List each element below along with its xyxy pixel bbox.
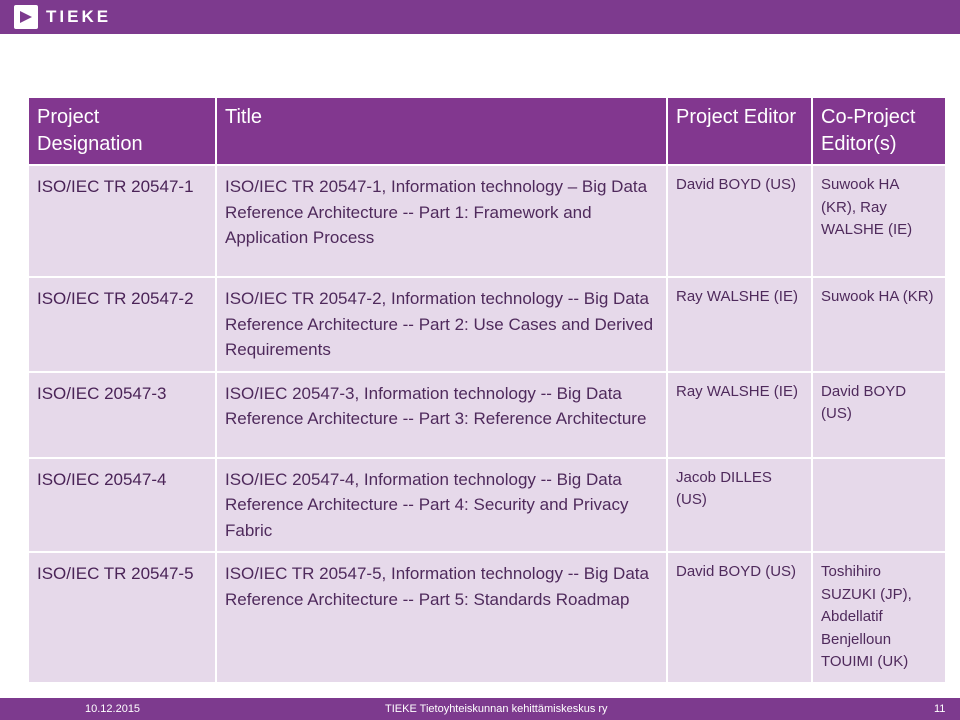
designation-cell: ISO/IEC 20547-4 [29,458,215,551]
header-editor: Project Editor [668,98,811,164]
logo-mark-icon [14,5,38,29]
table-row: ISO/IEC TR 20547-1 ISO/IEC TR 20547-1, I… [29,166,945,276]
co-editors-cell: Suwook HA (KR) [813,278,945,371]
header-co-editors: Co-Project Editor(s) [813,98,945,164]
footer-bar: 10.12.2015 TIEKE Tietoyhteiskunnan kehit… [0,698,960,720]
editor-cell: David BOYD (US) [668,553,811,682]
editor-cell: David BOYD (US) [668,166,811,276]
tieke-logo: TIEKE [14,0,111,34]
header-designation: Project Designation [29,98,215,164]
table-row: ISO/IEC TR 20547-5 ISO/IEC TR 20547-5, I… [29,553,945,682]
brand-name: TIEKE [46,7,112,26]
co-editors-cell [813,458,945,551]
title-cell: ISO/IEC 20547-3, Information technology … [217,372,666,457]
table-row: ISO/IEC 20547-3 ISO/IEC 20547-3, Informa… [29,372,945,457]
designation-cell: ISO/IEC TR 20547-1 [29,166,215,276]
footer-date: 10.12.2015 [85,703,141,715]
page-number: 11 [934,703,946,715]
table-header-row: Project Designation Title Project Editor… [29,98,945,164]
designation-cell: ISO/IEC TR 20547-2 [29,278,215,371]
designation-cell: ISO/IEC TR 20547-5 [29,553,215,682]
co-editors-cell: Toshihiro SUZUKI (JP), Abdellatif Benjel… [813,553,945,682]
header-title: Title [217,98,666,164]
title-cell: ISO/IEC TR 20547-1, Information technolo… [217,166,666,276]
top-banner: TIEKE [0,0,960,34]
footer-organization: TIEKE Tietoyhteiskunnan kehittämiskeskus… [385,703,608,715]
co-editors-cell: David BOYD (US) [813,372,945,457]
projects-table: Project Designation Title Project Editor… [27,96,947,684]
title-cell: ISO/IEC TR 20547-2, Information technolo… [217,278,666,371]
table-row: ISO/IEC TR 20547-2 ISO/IEC TR 20547-2, I… [29,278,945,371]
table-row: ISO/IEC 20547-4 ISO/IEC 20547-4, Informa… [29,458,945,551]
editor-cell: Ray WALSHE (IE) [668,278,811,371]
editor-cell: Jacob DILLES (US) [668,458,811,551]
title-cell: ISO/IEC 20547-4, Information technology … [217,458,666,551]
co-editors-cell: Suwook HA (KR), Ray WALSHE (IE) [813,166,945,276]
editor-cell: Ray WALSHE (IE) [668,372,811,457]
title-cell: ISO/IEC TR 20547-5, Information technolo… [217,553,666,682]
designation-cell: ISO/IEC 20547-3 [29,372,215,457]
